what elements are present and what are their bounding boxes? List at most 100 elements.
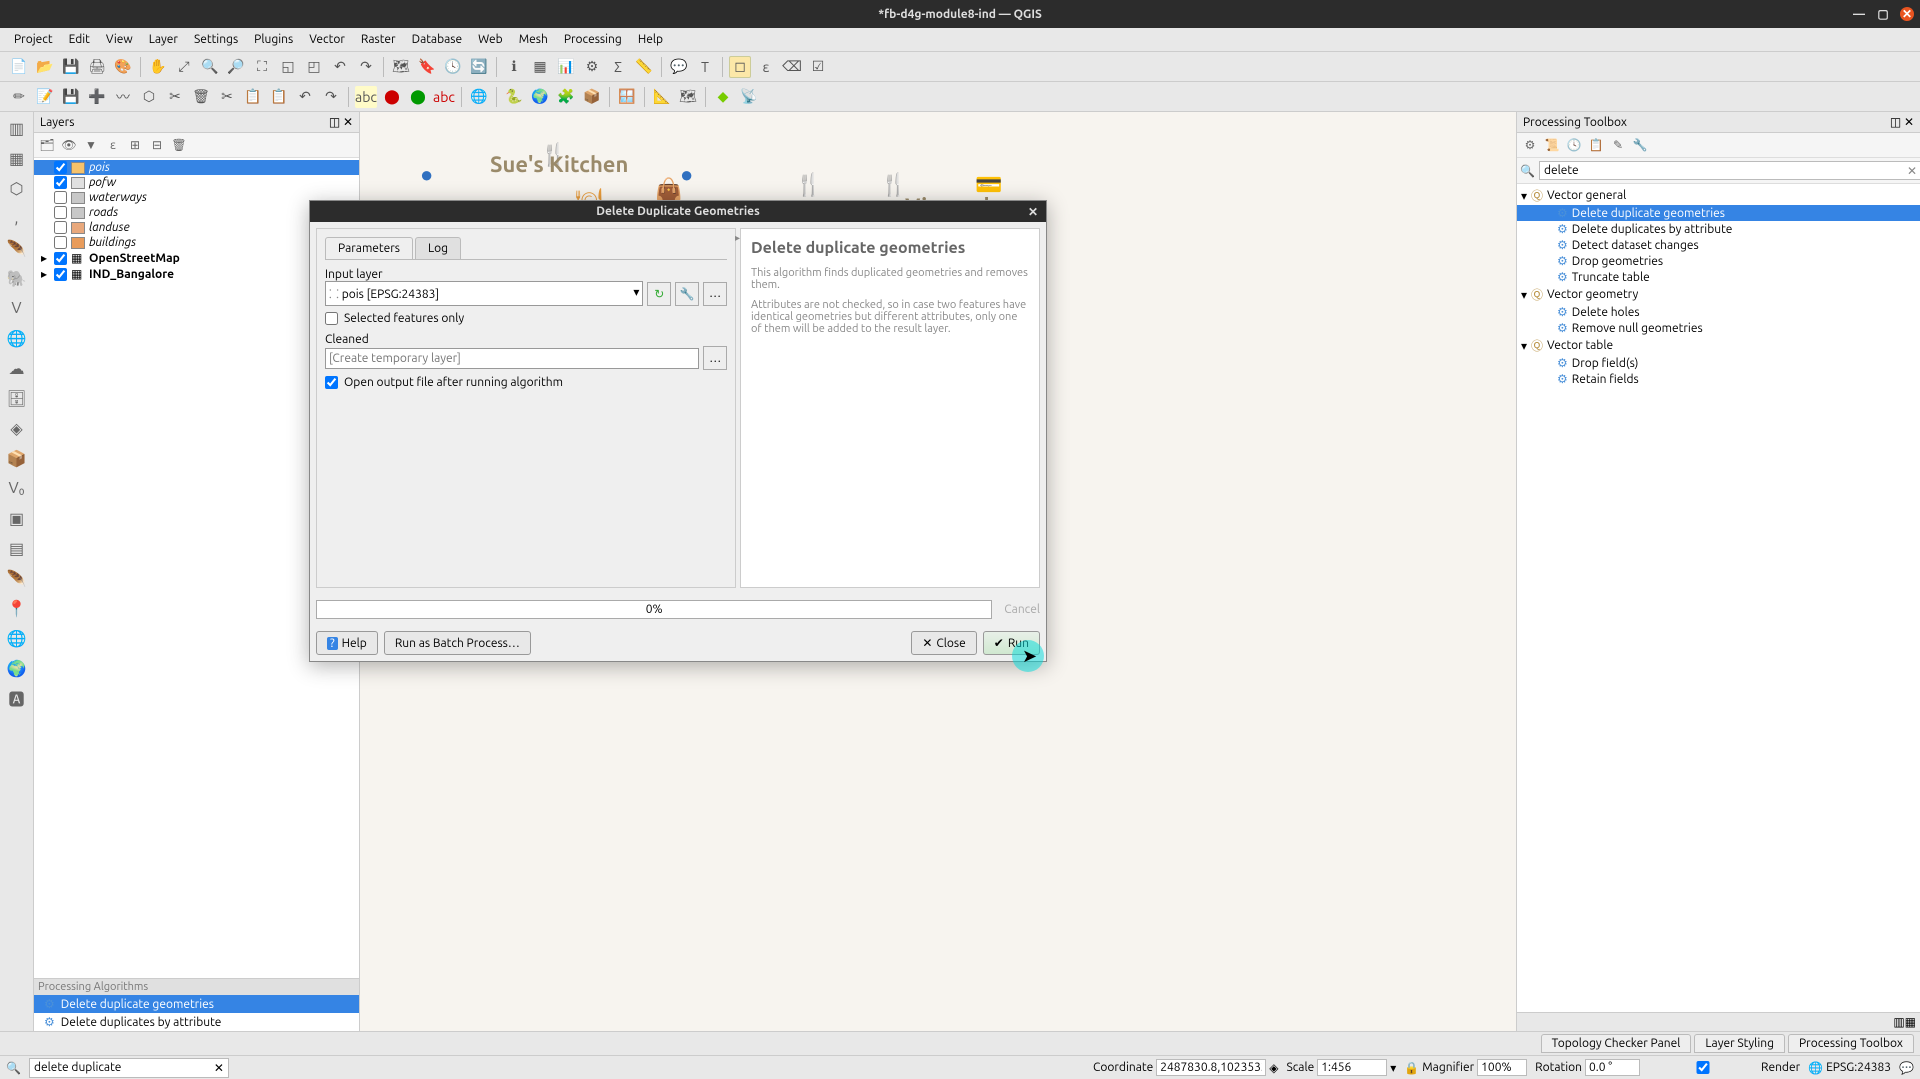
layer-row[interactable]: pofw <box>34 175 359 190</box>
zoom-selection-icon[interactable]: ◱ <box>277 56 299 78</box>
layer-visibility-checkbox[interactable] <box>54 252 67 265</box>
add-group-icon[interactable]: 🗂 <box>38 136 56 154</box>
toolbox-algorithm[interactable]: ⚙Remove null geometries <box>1517 320 1920 336</box>
menu-settings[interactable]: Settings <box>186 33 246 46</box>
select-expr-icon[interactable]: ε <box>755 56 777 78</box>
new-shapefile-icon[interactable]: ▤ <box>5 536 29 560</box>
toolbox-tree[interactable]: ▾ⓆVector general⚙Delete duplicate geomet… <box>1517 184 1920 600</box>
python-icon[interactable]: 🐍 <box>503 86 525 108</box>
toolbox-icon[interactable]: ⚙ <box>581 56 603 78</box>
digitize-icon[interactable]: 〰 <box>112 86 134 108</box>
wfs-icon[interactable]: 🗄 <box>5 386 29 410</box>
osm2-icon[interactable]: 📡 <box>738 86 760 108</box>
edit-features-icon[interactable]: ✎ <box>1609 136 1627 154</box>
topology-icon[interactable]: 🪟 <box>616 86 638 108</box>
crs-icon[interactable]: 🌐 <box>1808 1061 1823 1075</box>
minimize-icon[interactable]: — <box>1852 7 1866 21</box>
script-icon[interactable]: 📜 <box>1543 136 1561 154</box>
toolbox-algorithm[interactable]: ⚙Truncate table <box>1517 269 1920 285</box>
georef2-icon[interactable]: 🗺 <box>677 86 699 108</box>
extents-icon[interactable]: ◈ <box>1269 1061 1278 1075</box>
tab-layer-styling[interactable]: Layer Styling <box>1694 1034 1785 1053</box>
pan-selection-icon[interactable]: ⤢ <box>173 56 195 78</box>
label-abc-icon[interactable]: abc <box>355 86 377 108</box>
toolbox-search-input[interactable] <box>1539 161 1920 180</box>
spatialite-icon[interactable]: 🪶 <box>5 236 29 260</box>
postgis-icon[interactable]: 🐘 <box>5 266 29 290</box>
measure-icon[interactable]: 📏 <box>633 56 655 78</box>
panel-tab-icon[interactable]: ▦ <box>1905 1015 1916 1029</box>
history-icon[interactable]: 🕓 <box>1565 136 1583 154</box>
menu-database[interactable]: Database <box>404 33 471 46</box>
messages-icon[interactable]: 💬 <box>1899 1061 1914 1075</box>
new-print-icon[interactable]: 🖨 <box>86 56 108 78</box>
zoom-out-icon[interactable]: 🔎 <box>225 56 247 78</box>
tab-log[interactable]: Log <box>415 237 461 259</box>
maximize-icon[interactable]: ▢ <box>1876 7 1890 21</box>
scale-input[interactable] <box>1317 1059 1387 1076</box>
vector-layer-icon[interactable]: ▥ <box>5 116 29 140</box>
scale-dropdown-icon[interactable]: ▾ <box>1390 1061 1396 1075</box>
dialog-close-icon[interactable]: ✕ <box>1028 205 1038 219</box>
osm-icon[interactable]: ◆ <box>712 86 734 108</box>
menu-help[interactable]: Help <box>630 33 671 46</box>
layer-visibility-checkbox[interactable] <box>54 191 67 204</box>
new-virtual-icon[interactable]: 🌐 <box>5 626 29 650</box>
menu-raster[interactable]: Raster <box>353 33 404 46</box>
globe-icon[interactable]: 🌍 <box>529 86 551 108</box>
magnifier-input[interactable] <box>1477 1059 1527 1076</box>
geopackage-icon[interactable]: 📦 <box>5 446 29 470</box>
modify-icon[interactable]: ✂ <box>164 86 186 108</box>
plugin-icon[interactable]: 🧩 <box>555 86 577 108</box>
run-button[interactable]: ✔ Run <box>983 631 1040 655</box>
zoom-next-icon[interactable]: ↷ <box>355 56 377 78</box>
refresh-icon[interactable]: 🔄 <box>468 56 490 78</box>
delimited-icon[interactable]: , <box>5 206 29 230</box>
new-spatialite-icon[interactable]: 🪶 <box>5 566 29 590</box>
expand-all-icon[interactable]: ⊞ <box>126 136 144 154</box>
tab-processing-toolbox[interactable]: Processing Toolbox <box>1788 1034 1914 1053</box>
web-icon[interactable]: 🌐 <box>468 86 490 108</box>
help-button[interactable]: ?Help <box>316 631 378 655</box>
rotation-input[interactable] <box>1585 1059 1640 1076</box>
open-output-checkbox[interactable] <box>325 376 338 389</box>
clear-locator-icon[interactable]: ✕ <box>214 1061 224 1075</box>
pan-icon[interactable]: ✋ <box>147 56 169 78</box>
toolbox-group[interactable]: ▾ⓆVector geometry <box>1517 285 1920 304</box>
layer-visibility-checkbox[interactable] <box>54 161 67 174</box>
clear-search-icon[interactable]: ✕ <box>1907 164 1917 178</box>
select-icon[interactable]: ◻ <box>729 56 751 78</box>
locator-icon[interactable]: 🔍 <box>6 1061 21 1075</box>
panel-tab-icon[interactable]: ▥ <box>1893 1015 1904 1029</box>
undo-icon[interactable]: ↶ <box>294 86 316 108</box>
new-vector-icon[interactable]: V₀ <box>5 476 29 500</box>
iterate-icon[interactable]: ↻ <box>647 282 671 306</box>
menu-web[interactable]: Web <box>470 33 511 46</box>
new-bookmark-icon[interactable]: 🔖 <box>416 56 438 78</box>
delete-icon[interactable]: 🗑 <box>190 86 212 108</box>
new-gpkg-icon[interactable]: ▣ <box>5 506 29 530</box>
save-icon[interactable]: 💾 <box>60 56 82 78</box>
vertex-icon[interactable]: ⬡ <box>138 86 160 108</box>
annotation-icon[interactable]: T <box>694 56 716 78</box>
georef-icon[interactable]: 📐 <box>651 86 673 108</box>
copy-icon[interactable]: 📋 <box>242 86 264 108</box>
panel-undock-icon[interactable]: ◫ <box>1890 116 1901 129</box>
layer-visibility-checkbox[interactable] <box>54 176 67 189</box>
tab-parameters[interactable]: Parameters <box>325 237 413 259</box>
xyz-icon[interactable]: ◈ <box>5 416 29 440</box>
browse-output-icon[interactable]: … <box>703 346 727 370</box>
manage-themes-icon[interactable]: 👁 <box>60 136 78 154</box>
layer-row[interactable]: pois <box>34 160 359 175</box>
attributes-icon[interactable]: ▦ <box>529 56 551 78</box>
locator-result-row[interactable]: ⚙Delete duplicates by attribute <box>34 1013 359 1031</box>
results-icon[interactable]: 📋 <box>1587 136 1605 154</box>
save-edits-icon[interactable]: 💾 <box>60 86 82 108</box>
edit-pencil-icon[interactable]: ✏ <box>8 86 30 108</box>
menu-view[interactable]: View <box>98 33 141 46</box>
map-tips-icon[interactable]: 💬 <box>668 56 690 78</box>
options-icon[interactable]: 🔧 <box>1631 136 1649 154</box>
wcs-icon[interactable]: ☁ <box>5 356 29 380</box>
output-path-input[interactable] <box>325 348 699 369</box>
layer-visibility-checkbox[interactable] <box>54 206 67 219</box>
